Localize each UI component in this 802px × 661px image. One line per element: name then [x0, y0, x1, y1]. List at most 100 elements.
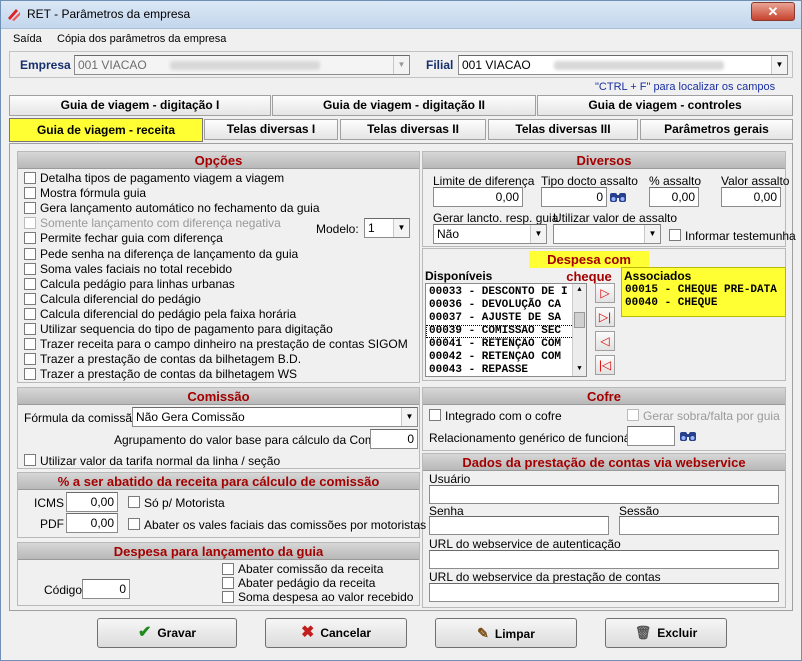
search-binoculars-icon[interactable]: [609, 189, 627, 205]
informar-testemunha-label: Informar testemunha: [685, 229, 796, 243]
menu-copia-parametros[interactable]: Cópia dos parâmetros da empresa: [57, 33, 226, 45]
despesa-guia-checkbox-0[interactable]: [222, 563, 234, 575]
despesa-guia-label-0: Abater comissão da receita: [238, 562, 384, 576]
tab-digitacao-2[interactable]: Guia de viagem - digitação II: [272, 95, 536, 116]
associados-label: Associados: [624, 269, 692, 283]
disponivel-item[interactable]: 00036 - DEVOLUÇÃO CA: [426, 299, 586, 312]
modelo-select[interactable]: 1 ▼: [364, 218, 410, 238]
title-bar: RET - Parâmetros da empresa ✕: [1, 1, 801, 29]
abater-vales-checkbox[interactable]: [128, 518, 140, 530]
gerar-sobra-checkbox[interactable]: [627, 409, 639, 421]
trash-icon: 🗑: [634, 625, 652, 640]
relacionamento-label: Relacionamento genérico de funcionários: [429, 431, 650, 445]
disponiveis-scrollbar[interactable]: ▲ ▼: [572, 284, 586, 376]
senha-input[interactable]: [429, 516, 609, 535]
agrupamento-input[interactable]: 0: [370, 429, 418, 449]
sessao-input[interactable]: [619, 516, 779, 535]
scroll-down-icon[interactable]: ▼: [573, 363, 586, 376]
move-all-right-button[interactable]: ▷|: [595, 307, 615, 327]
empresa-select[interactable]: 001 VIACAO ▼: [74, 55, 410, 75]
associados-list[interactable]: 00015 - CHEQUE PRE-DATA 00040 - CHEQUE: [622, 284, 785, 310]
move-left-button[interactable]: ◁: [595, 331, 615, 351]
valor-assalto-label: Valor assalto: [721, 174, 790, 188]
pct-assalto-label: % assalto: [649, 174, 702, 188]
associado-item[interactable]: 00015 - CHEQUE PRE-DATA: [622, 284, 785, 297]
tarifa-normal-checkbox[interactable]: [24, 454, 36, 466]
relacionamento-input[interactable]: [627, 426, 675, 446]
limite-input[interactable]: 0,00: [433, 187, 523, 207]
limpar-button[interactable]: ✎ Limpar: [435, 618, 577, 648]
move-right-button[interactable]: ▷: [595, 283, 615, 303]
disponivel-item[interactable]: 00037 - AJUSTE DE SA: [426, 312, 586, 325]
tab-parametros-gerais[interactable]: Parâmetros gerais: [640, 119, 793, 140]
cancelar-button[interactable]: ✖ Cancelar: [265, 618, 407, 648]
disponiveis-list[interactable]: 00033 - DESCONTO DE I 00036 - DEVOLUÇÃO C…: [425, 283, 587, 377]
tipo-docto-input[interactable]: 0: [541, 187, 607, 207]
eraser-brush-icon: ✎: [477, 625, 489, 641]
url-auth-input[interactable]: [429, 550, 779, 569]
opcao-label-0: Detalha tipos de pagamento viagem a viag…: [40, 171, 285, 185]
disponivel-item[interactable]: 00033 - DESCONTO DE I: [426, 286, 586, 299]
gravar-button[interactable]: ✔ Gravar: [97, 618, 237, 648]
integrado-cofre-checkbox[interactable]: [429, 409, 441, 421]
empresa-name-redacted: [170, 61, 321, 71]
informar-testemunha-checkbox[interactable]: [669, 229, 681, 241]
url-prest-input[interactable]: [429, 583, 779, 602]
chevron-down-icon: ▼: [771, 56, 787, 74]
despesa-guia-checkbox-1[interactable]: [222, 577, 234, 589]
tab-telas-3[interactable]: Telas diversas III: [488, 119, 638, 140]
associado-item[interactable]: 00040 - CHEQUE: [622, 297, 785, 310]
disponivel-item[interactable]: 00042 - RETENÇAO COM: [426, 351, 586, 364]
tab-digitacao-1[interactable]: Guia de viagem - digitação I: [9, 95, 271, 116]
opcao-checkbox-6[interactable]: [24, 262, 36, 275]
utilizar-valor-select[interactable]: ▼: [553, 224, 661, 244]
despesa-guia-checkbox-2[interactable]: [222, 591, 234, 603]
opcao-checkbox-4[interactable]: [24, 232, 36, 245]
cofre-section: Cofre Integrado com o cofre Gerar sobra/…: [422, 387, 786, 451]
despesa-guia-label-2: Soma despesa ao valor recebido: [238, 590, 414, 604]
empresa-value: 001 VIACAO: [78, 58, 147, 72]
opcao-checkbox-2[interactable]: [24, 202, 36, 215]
scroll-up-icon[interactable]: ▲: [573, 284, 586, 297]
limite-label: Limite de diferença: [433, 174, 535, 188]
tab-controles[interactable]: Guia de viagem - controles: [537, 95, 793, 116]
abater-vales-label: Abater os vales faciais das comissões po…: [144, 518, 427, 532]
opcao-checkbox-11[interactable]: [24, 338, 36, 351]
tab-telas-1[interactable]: Telas diversas I: [204, 119, 338, 140]
move-all-left-button[interactable]: |◁: [595, 355, 615, 375]
close-window-button[interactable]: ✕: [751, 2, 795, 21]
opcao-checkbox-13[interactable]: [24, 368, 36, 381]
opcao-label-11: Trazer receita para o campo dinheiro na …: [40, 337, 408, 352]
app-logo-icon: [7, 8, 21, 22]
usuario-input[interactable]: [429, 485, 779, 504]
tab-receita[interactable]: Guia de viagem - receita: [9, 118, 203, 142]
cancelar-label: Cancelar: [320, 626, 372, 640]
disponivel-item[interactable]: 00041 - RETENÇAO COM: [426, 338, 586, 351]
disponivel-item[interactable]: 00039 - COMISSAO SEC: [426, 325, 586, 338]
tab-telas-2[interactable]: Telas diversas II: [340, 119, 486, 140]
icms-input[interactable]: 0,00: [66, 492, 118, 512]
search-binoculars-icon[interactable]: [679, 428, 697, 444]
formula-comissao-select[interactable]: Não Gera Comissão ▼: [132, 407, 418, 427]
opcao-checkbox-10[interactable]: [24, 323, 36, 335]
pdf-input[interactable]: 0,00: [66, 513, 118, 533]
filial-select[interactable]: 001 VIACAO ▼: [458, 55, 788, 75]
valor-assalto-input[interactable]: 0,00: [721, 187, 781, 207]
opcao-checkbox-5[interactable]: [24, 247, 36, 260]
scroll-thumb[interactable]: [574, 312, 585, 328]
opcao-checkbox-1[interactable]: [24, 187, 36, 200]
opcao-checkbox-0[interactable]: [24, 172, 36, 184]
disponiveis-label: Disponíveis: [425, 269, 493, 283]
opcao-checkbox-9[interactable]: [24, 307, 36, 320]
opcao-checkbox-3[interactable]: [24, 217, 36, 230]
menu-saida[interactable]: Saída: [13, 33, 42, 45]
opcao-checkbox-7[interactable]: [24, 277, 36, 290]
excluir-button[interactable]: 🗑 Excluir: [605, 618, 727, 648]
disponivel-item[interactable]: 00043 - REPASSE: [426, 364, 586, 376]
gerar-lancto-select[interactable]: Não ▼: [433, 224, 547, 244]
opcao-checkbox-8[interactable]: [24, 292, 36, 305]
opcao-checkbox-12[interactable]: [24, 353, 36, 366]
pct-assalto-input[interactable]: 0,00: [649, 187, 699, 207]
codigo-input[interactable]: 0: [82, 579, 130, 599]
so-motorista-checkbox[interactable]: [128, 496, 140, 508]
